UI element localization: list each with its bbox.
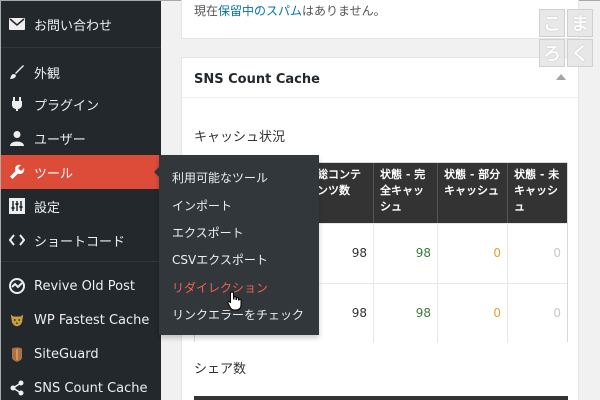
sidebar-item-label: WP Fastest Cache <box>34 312 150 328</box>
submenu-import[interactable]: インポート <box>172 197 232 214</box>
sidebar-item-label: 設定 <box>34 200 61 216</box>
plugin-icon <box>9 96 25 112</box>
sidebar-item-label: ツール <box>34 166 74 182</box>
shield-icon <box>9 346 25 362</box>
cell-none: 0 <box>507 284 567 343</box>
sidebar-item-contact[interactable]: お問い合わせ <box>1 7 161 41</box>
sidebar-item-revive-old-post[interactable]: Revive Old Post <box>1 269 161 303</box>
sidebar-item-label: ショートコード <box>34 234 126 250</box>
hand-cursor-icon <box>227 291 243 315</box>
cell-partial: 0 <box>437 224 507 283</box>
share-count-label: シェア数 <box>194 362 247 377</box>
th-partial-cache: 状態 - 部分キャッシュ <box>437 163 507 223</box>
logo-char: こ <box>539 9 565 37</box>
komaroku-logo: こ ま ろ く <box>539 9 593 67</box>
th-total-content: 総コンテンツ数 <box>317 168 361 197</box>
cell-full: 98 <box>373 284 437 343</box>
submenu-redirection[interactable]: リダイレクション <box>172 279 268 296</box>
admin-sidebar: お問い合わせ 外観 プラグイン ユーザー ツール 設定 ショートコード Revi… <box>1 1 161 400</box>
sidebar-item-settings[interactable]: 設定 <box>1 189 161 223</box>
submenu-export[interactable]: エクスポート <box>172 224 244 241</box>
sidebar-item-tools[interactable]: ツール <box>1 155 161 189</box>
share-table-header <box>194 396 568 400</box>
settings-icon <box>9 198 25 214</box>
comments-widget: 現在保留中のスパムはありません。 <box>181 0 579 39</box>
sidebar-item-users[interactable]: ユーザー <box>1 121 161 155</box>
spam-text-suffix: はありません。 <box>302 4 386 18</box>
logo-char: ろ <box>539 39 565 67</box>
user-icon <box>9 130 25 146</box>
spam-text-prefix: 現在 <box>194 4 219 18</box>
sidebar-separator <box>1 261 161 262</box>
cell-total: 98 <box>351 246 367 260</box>
sidebar-item-label: ユーザー <box>34 132 86 148</box>
sidebar-item-label: SNS Count Cache <box>34 380 148 396</box>
logo-char: ま <box>567 9 593 37</box>
cell-none: 0 <box>507 224 567 283</box>
sidebar-item-siteguard[interactable]: SiteGuard <box>1 337 161 371</box>
widget-title: SNS Count Cache <box>194 72 320 87</box>
pending-spam-link[interactable]: 保留中のスパム <box>218 4 302 18</box>
sidebar-item-label: プラグイン <box>34 98 100 114</box>
submenu-csv-export[interactable]: CSVエクスポート <box>172 251 268 268</box>
sidebar-item-label: Revive Old Post <box>34 278 136 294</box>
wrench-icon <box>9 164 25 180</box>
logo-char: く <box>567 39 593 67</box>
cell-partial: 0 <box>437 284 507 343</box>
paintbrush-icon <box>9 64 25 80</box>
cache-status-label: キャッシュ状況 <box>194 130 286 145</box>
collapse-toggle-icon[interactable] <box>556 74 566 80</box>
spam-status-text: 現在保留中のスパムはありません。 <box>194 2 386 19</box>
cell-total: 98 <box>351 306 367 320</box>
mail-icon <box>9 16 25 32</box>
sidebar-item-appearance[interactable]: 外観 <box>1 55 161 89</box>
share-icon <box>9 380 25 396</box>
cell-full: 98 <box>373 224 437 283</box>
th-full-cache: 状態 - 完全キャッシュ <box>373 163 437 223</box>
sidebar-item-shortcode[interactable]: ショートコード <box>1 223 161 257</box>
th-no-cache: 状態 - 未キャッシュ <box>507 163 567 223</box>
sidebar-item-wp-fastest-cache[interactable]: WP Fastest Cache <box>1 303 161 337</box>
submenu-available-tools[interactable]: 利用可能なツール <box>172 169 268 186</box>
sidebar-separator <box>1 47 161 48</box>
cheetah-icon <box>9 312 25 328</box>
sidebar-item-plugins[interactable]: プラグイン <box>1 87 161 121</box>
sidebar-item-label: 外観 <box>34 66 61 82</box>
revive-icon <box>9 278 25 294</box>
widget-header: SNS Count Cache <box>182 58 578 98</box>
sidebar-item-label: お問い合わせ <box>34 18 113 34</box>
sidebar-item-label: SiteGuard <box>34 346 99 362</box>
sidebar-item-sns-count-cache[interactable]: SNS Count Cache <box>1 371 161 400</box>
code-icon <box>9 232 25 248</box>
